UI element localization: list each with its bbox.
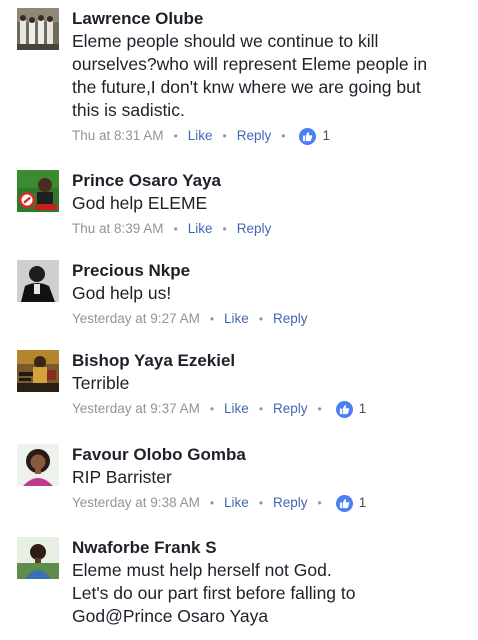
- comment-timestamp[interactable]: Thu at 8:39 AM: [72, 219, 164, 239]
- separator-dot: •: [281, 129, 286, 143]
- reaction-summary[interactable]: 1: [335, 399, 367, 419]
- reaction-count: 1: [322, 128, 330, 143]
- man-portrait-avatar-icon[interactable]: [17, 537, 59, 579]
- reaction-count: 1: [358, 495, 367, 510]
- reply-button[interactable]: Reply: [237, 126, 272, 146]
- separator-dot: •: [258, 312, 264, 326]
- reaction-summary[interactable]: 1: [335, 493, 367, 513]
- reaction-summary[interactable]: 1: [299, 126, 330, 146]
- comment-text: God help ELEME: [72, 193, 208, 213]
- comment-text: Eleme must help herself not God. Let's d…: [72, 560, 356, 626]
- separator-dot: •: [317, 402, 322, 416]
- comment-author[interactable]: Precious Nkpe: [72, 260, 464, 282]
- reply-button[interactable]: Reply: [273, 493, 308, 513]
- thumbs-up-icon: [299, 127, 317, 145]
- comment-author[interactable]: Nwaforbe Frank S: [72, 537, 464, 559]
- comment-meta: Thu at 8:39 AM • Like • Reply: [72, 219, 464, 239]
- comment-text: RIP Barrister: [72, 467, 172, 487]
- like-button[interactable]: Like: [188, 219, 213, 239]
- separator-dot: •: [173, 222, 178, 236]
- campaign-photo-avatar-icon[interactable]: [17, 170, 59, 212]
- comment-timestamp[interactable]: Yesterday at 9:37 AM: [72, 399, 200, 419]
- comment-text: Eleme people should we continue to kill …: [72, 31, 428, 120]
- like-button[interactable]: Like: [224, 399, 249, 419]
- comment-feed: Lawrence Olube Eleme people should we co…: [0, 0, 478, 640]
- comment-author[interactable]: Lawrence Olube: [72, 8, 464, 30]
- reply-button[interactable]: Reply: [273, 309, 308, 329]
- comment-timestamp[interactable]: Yesterday at 9:27 AM: [72, 309, 200, 329]
- comment-timestamp[interactable]: Yesterday at 9:38 AM: [72, 493, 200, 513]
- separator-dot: •: [258, 402, 264, 416]
- comment-meta: Yesterday at 9:38 AM • Like • Reply • 1: [72, 493, 464, 513]
- thumbs-up-icon: [335, 400, 353, 418]
- separator-dot: •: [222, 222, 227, 236]
- separator-dot: •: [209, 312, 215, 326]
- comment-text: God help us!: [72, 283, 172, 303]
- separator-dot: •: [258, 496, 264, 510]
- separator-dot: •: [317, 496, 322, 510]
- separator-dot: •: [209, 402, 215, 416]
- thumbs-up-icon: [335, 494, 353, 512]
- woman-portrait-avatar-icon[interactable]: [17, 444, 59, 486]
- like-button[interactable]: Like: [188, 126, 213, 146]
- separator-dot: •: [173, 129, 178, 143]
- comment-author[interactable]: Favour Olobo Gomba: [72, 444, 464, 466]
- like-button[interactable]: Like: [224, 493, 249, 513]
- reply-button[interactable]: Reply: [237, 219, 272, 239]
- comment-meta: Yesterday at 9:37 AM • Like • Reply • 1: [72, 399, 464, 419]
- comment-author[interactable]: Bishop Yaya Ezekiel: [72, 350, 464, 372]
- comment-timestamp[interactable]: Thu at 8:31 AM: [72, 126, 164, 146]
- group-photo-avatar-icon[interactable]: [17, 8, 59, 50]
- reply-button[interactable]: Reply: [273, 399, 308, 419]
- comment-meta: Yesterday at 9:27 AM • Like • Reply: [72, 309, 464, 329]
- poster-avatar-icon[interactable]: [17, 350, 59, 392]
- separator-dot: •: [209, 496, 215, 510]
- comment-text: Terrible: [72, 373, 130, 393]
- separator-dot: •: [222, 129, 227, 143]
- bw-portrait-avatar-icon[interactable]: [17, 260, 59, 302]
- comment-author[interactable]: Prince Osaro Yaya: [72, 170, 464, 192]
- comment-meta: Thu at 8:31 AM • Like • Reply • 1: [72, 126, 464, 146]
- reaction-count: 1: [358, 401, 367, 416]
- like-button[interactable]: Like: [224, 309, 249, 329]
